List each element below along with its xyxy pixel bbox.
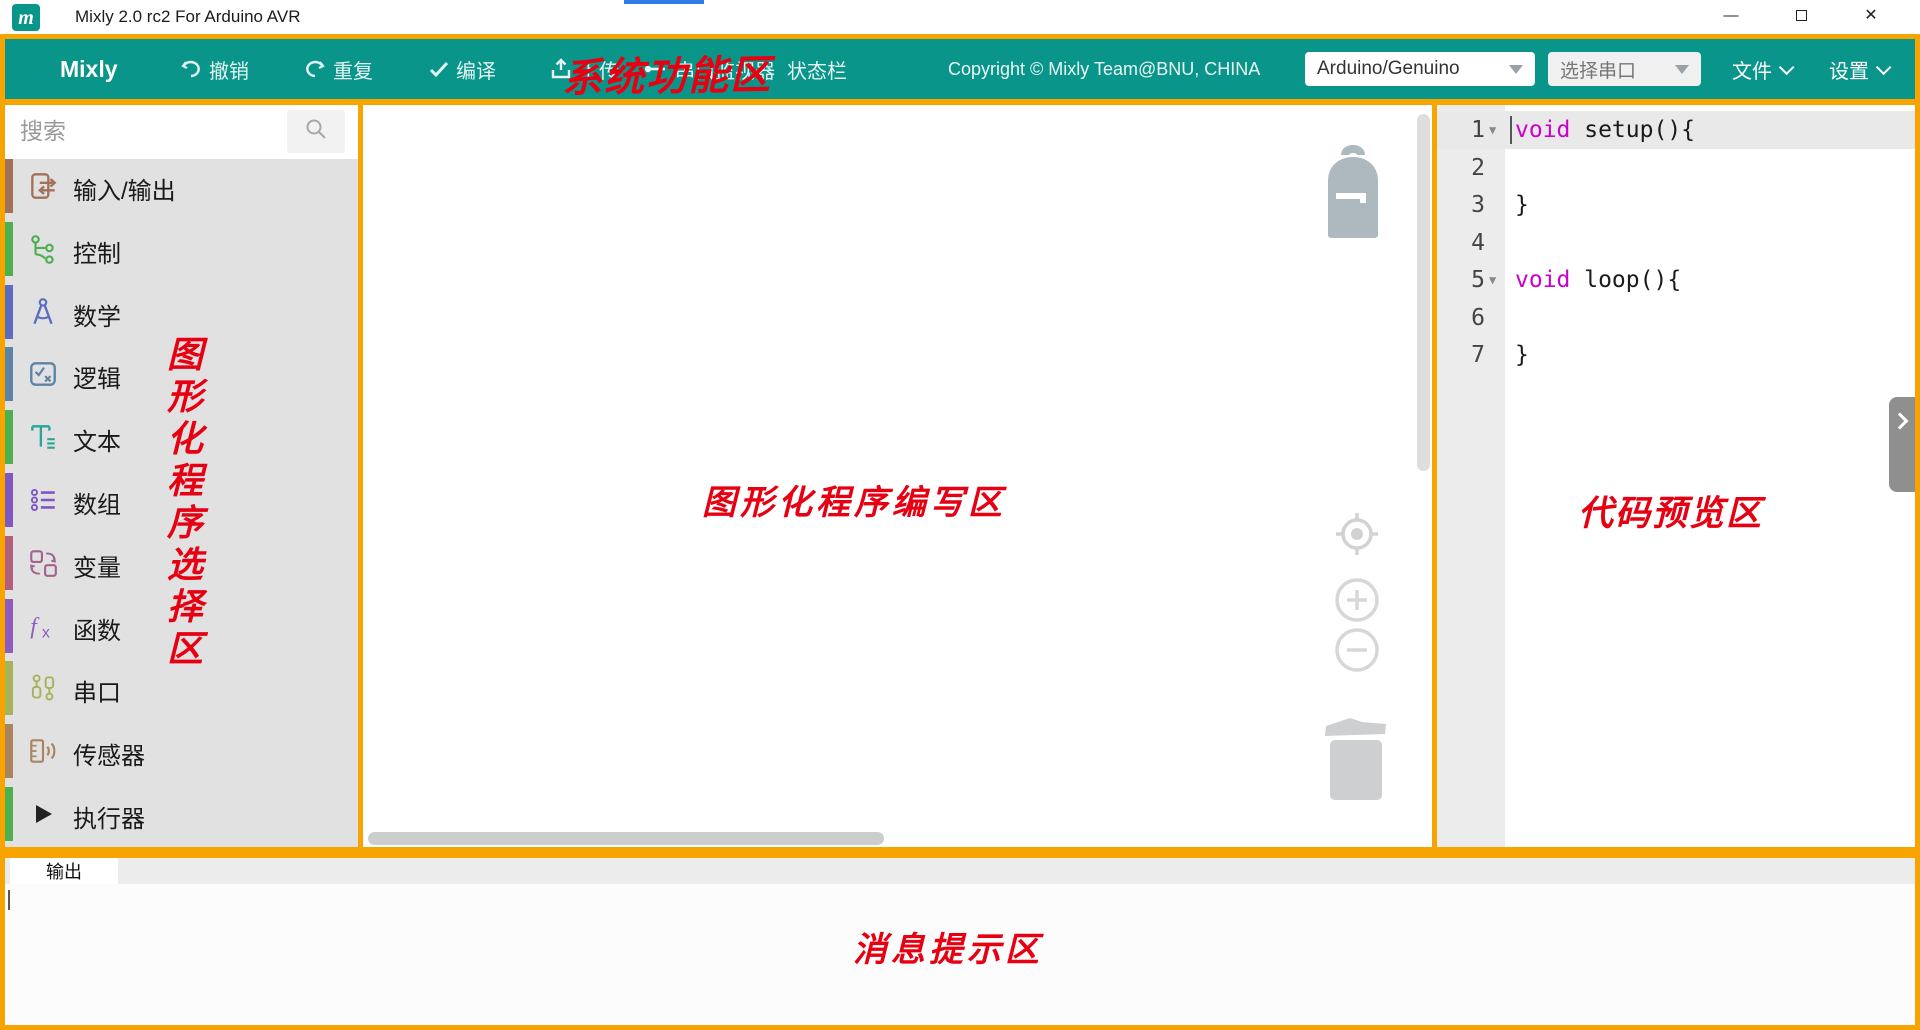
check-icon	[428, 58, 450, 80]
code-line: 4	[1437, 224, 1915, 262]
code-line: 5 ▼ void loop(){	[1437, 261, 1915, 299]
brand-menu[interactable]: Mixly	[60, 39, 118, 99]
center-target-icon[interactable]	[1334, 511, 1380, 557]
close-icon: ✕	[1864, 5, 1877, 25]
text-cursor	[8, 890, 10, 910]
tab-output[interactable]: 输出	[10, 858, 118, 884]
fold-arrow-icon[interactable]: ▼	[1489, 123, 1496, 137]
search-input[interactable]	[6, 110, 282, 153]
collapse-panel-handle[interactable]	[1889, 397, 1915, 492]
mixly-logo-icon: m	[12, 4, 40, 31]
chevron-down-icon	[1675, 65, 1689, 74]
text-icon	[23, 417, 63, 457]
annotation-program-edit-area: 图形化程序编写区	[702, 475, 1006, 524]
horizontal-scrollbar[interactable]	[368, 832, 884, 845]
search-button[interactable]	[287, 110, 345, 153]
category-color-bar	[5, 599, 13, 653]
toolbar: Mixly 撤销 重复 编译 上传 串口监视器 状态栏 Copyright © …	[5, 39, 1915, 99]
statusbar-toggle[interactable]: 状态栏	[787, 39, 847, 99]
category-color-bar	[5, 724, 13, 778]
function-icon: fx	[23, 606, 63, 646]
math-icon	[23, 292, 63, 332]
code-line: 6	[1437, 299, 1915, 337]
port-select[interactable]: 选择串口	[1548, 52, 1701, 86]
close-button[interactable]: ✕	[1848, 0, 1894, 30]
minimize-icon: —	[1724, 7, 1739, 24]
board-select[interactable]: Arduino/Genuino	[1305, 52, 1535, 86]
category-color-bar	[5, 536, 13, 590]
redo-button[interactable]: 重复	[303, 39, 373, 99]
window-title: Mixly 2.0 rc2 For Arduino AVR	[75, 7, 301, 27]
chevron-down-icon	[1779, 59, 1795, 75]
minimize-button[interactable]: —	[1708, 0, 1754, 30]
settings-menu[interactable]: 设置	[1829, 39, 1887, 99]
category-color-bar	[5, 787, 13, 841]
code-line: 1 ▼ void setup(){	[1437, 111, 1915, 149]
code-preview-panel: 1 ▼ void setup(){ 2 3 } 4 5 ▼ void loop(…	[1437, 105, 1915, 847]
undo-icon	[179, 57, 203, 81]
chevron-down-icon	[1876, 59, 1892, 75]
chevron-right-icon	[1892, 413, 1909, 430]
redo-icon	[303, 57, 327, 81]
category-color-bar	[5, 661, 13, 715]
actuator-icon	[23, 794, 63, 834]
trash-icon[interactable]	[1320, 710, 1392, 807]
title-bar: m Mixly 2.0 rc2 For Arduino AVR — ✕	[0, 0, 1920, 34]
code-line: 7 }	[1437, 336, 1915, 374]
category-color-bar	[5, 473, 13, 527]
svg-text:f: f	[30, 613, 40, 639]
zoom-out-icon[interactable]	[1334, 627, 1380, 673]
logic-icon	[23, 354, 63, 394]
file-menu[interactable]: 文件	[1732, 39, 1790, 99]
maximize-button[interactable]	[1778, 0, 1824, 30]
sensor-icon	[23, 731, 63, 771]
svg-text:x: x	[42, 625, 50, 642]
category-color-bar	[5, 222, 13, 276]
annotation-system-area: 系统功能区	[562, 42, 773, 104]
category-color-bar	[5, 410, 13, 464]
category-color-bar	[5, 159, 13, 213]
sidebar-item-actuator[interactable]: 执行器	[5, 783, 358, 845]
control-icon	[23, 229, 63, 269]
annotation-message-area: 消息提示区	[853, 922, 1043, 971]
fold-arrow-icon[interactable]: ▼	[1489, 273, 1496, 287]
compile-button[interactable]: 编译	[428, 39, 496, 99]
top-blue-strip	[624, 0, 704, 4]
code-line: 2	[1437, 149, 1915, 187]
inout-icon	[23, 166, 63, 206]
undo-button[interactable]: 撤销	[179, 39, 249, 99]
zoom-in-icon[interactable]	[1334, 577, 1380, 623]
message-tab-row	[5, 858, 1915, 884]
annotation-code-preview-area: 代码预览区	[1578, 485, 1763, 536]
serial-icon	[23, 668, 63, 708]
sidebar-item-sensor[interactable]: 传感器	[5, 720, 358, 782]
array-icon	[23, 480, 63, 520]
category-color-bar	[5, 347, 13, 401]
chevron-down-icon	[1509, 65, 1523, 74]
text-cursor	[1510, 116, 1512, 144]
backpack-icon[interactable]	[1320, 143, 1390, 243]
variable-icon	[23, 543, 63, 583]
code-line: 3 }	[1437, 186, 1915, 224]
maximize-icon	[1796, 10, 1807, 21]
mixly-window: m Mixly 2.0 rc2 For Arduino AVR — ✕ Mixl…	[0, 0, 1920, 1030]
sidebar-item-inout[interactable]: 输入/输出	[5, 155, 358, 217]
vertical-scrollbar[interactable]	[1417, 114, 1430, 471]
annotation-block-select-area: 图形化程序选择区	[165, 334, 205, 670]
copyright-text: Copyright © Mixly Team@BNU, CHINA	[948, 39, 1260, 99]
search-icon	[303, 116, 329, 147]
category-color-bar	[5, 285, 13, 339]
sidebar-item-control[interactable]: 控制	[5, 218, 358, 280]
